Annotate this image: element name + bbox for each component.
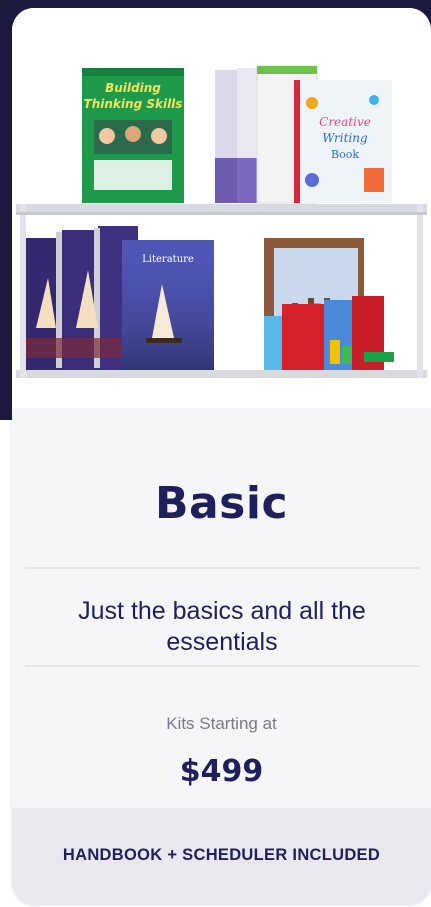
card-footer: HANDBOOK + SCHEDULER INCLUDED	[12, 808, 431, 904]
book-creative-writing: Creative Writing Book	[294, 80, 392, 203]
product-image: Building Thinking Skills Creative Writin…	[12, 8, 431, 408]
svg-text:Book: Book	[331, 148, 359, 161]
book-literature: Literature	[122, 240, 214, 370]
divider-top	[25, 567, 420, 569]
svg-text:Thinking Skills: Thinking Skills	[84, 97, 183, 111]
kit-title: Basic	[154, 478, 289, 529]
kit-price: $499	[179, 754, 264, 789]
bookshelf-illustration: Building Thinking Skills Creative Writin…	[16, 65, 427, 378]
kits-starting-label: Kits Starting at	[166, 714, 277, 733]
svg-text:Creative: Creative	[319, 115, 371, 129]
divider-bottom	[25, 665, 420, 667]
svg-text:Writing: Writing	[322, 131, 368, 145]
kit-tagline: Just the basics and all the essentials	[78, 597, 366, 656]
svg-text:Literature: Literature	[142, 254, 194, 265]
kit-card-basic[interactable]: Building Thinking Skills Creative Writin…	[12, 8, 431, 904]
math-blocks	[264, 296, 394, 370]
footer-included-text: HANDBOOK + SCHEDULER INCLUDED	[62, 846, 381, 864]
svg-text:Building: Building	[105, 81, 161, 95]
book-building-thinking-skills: Building Thinking Skills	[82, 68, 184, 203]
spiral-books	[26, 226, 138, 370]
